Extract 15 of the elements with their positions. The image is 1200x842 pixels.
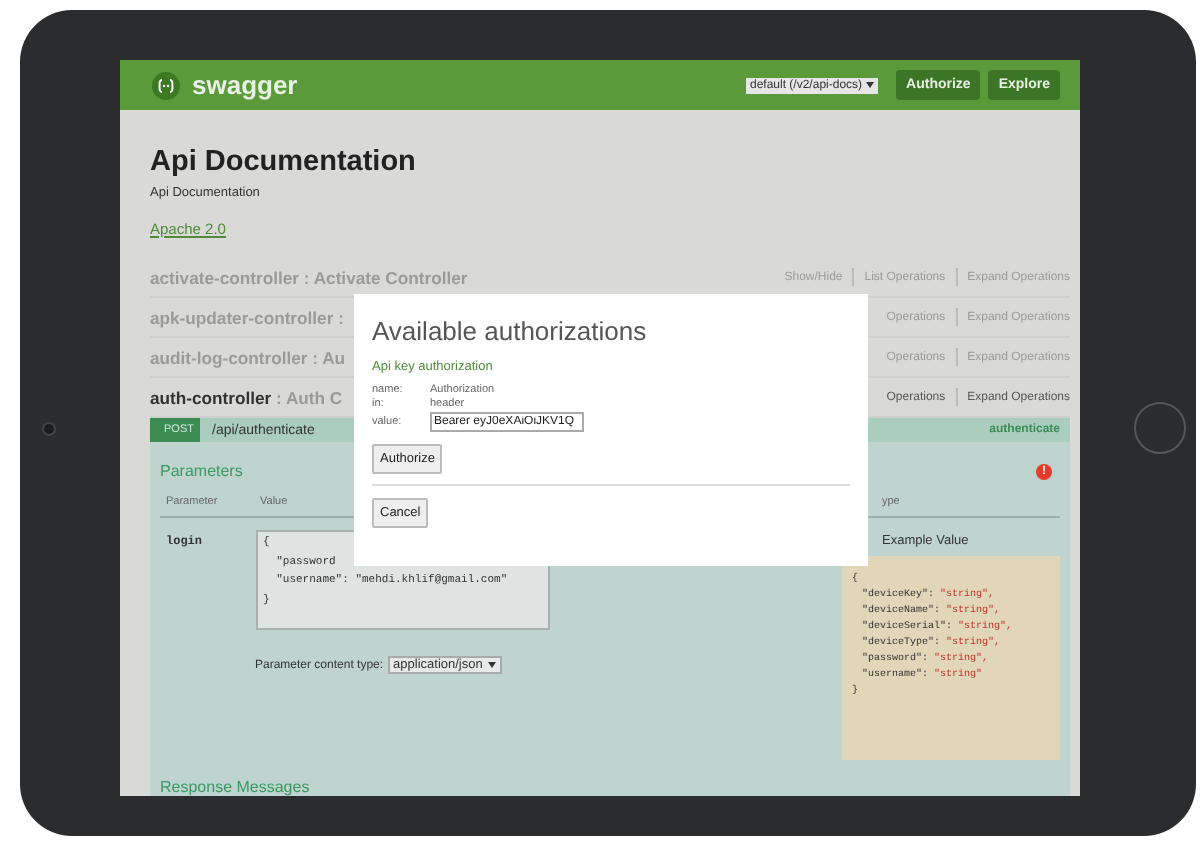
- page-title: Api Documentation: [150, 144, 418, 180]
- section-heading: Parameters: [160, 462, 243, 480]
- dropdown-icon: [866, 82, 875, 88]
- controller-name[interactable]: auth-controller: [150, 387, 272, 407]
- dropdown-icon: [488, 662, 497, 668]
- dialog-title: Available authorizations: [372, 316, 649, 346]
- controller-description: : Activate Controller: [301, 267, 468, 287]
- controller-description: : Auth C: [274, 387, 343, 407]
- camera-icon: [41, 421, 55, 435]
- logo-text: swagger: [192, 70, 298, 100]
- controller-description: :: [336, 307, 344, 327]
- logo-icon: [152, 71, 180, 99]
- controller-description: : Au: [310, 347, 346, 367]
- section-heading: Response Messages: [160, 778, 312, 796]
- home-button[interactable]: [1134, 402, 1186, 454]
